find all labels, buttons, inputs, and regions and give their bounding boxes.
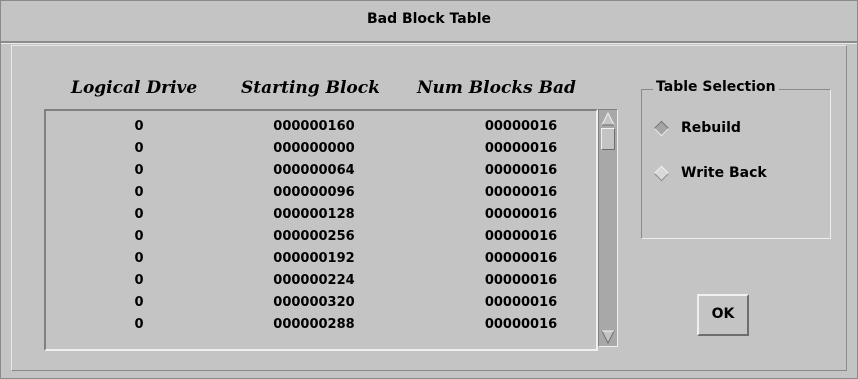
table-row[interactable]: 0 000000064 00000016 [46,163,596,185]
window-title: Bad Block Table [366,11,492,27]
cell-num-blocks-bad: 00000016 [484,295,558,310]
cell-num-blocks-bad: 00000016 [484,141,558,156]
cell-num-blocks-bad: 00000016 [484,163,558,178]
table-row[interactable]: 0 000000224 00000016 [46,273,596,295]
cell-starting-block: 000000192 [273,251,355,266]
title-bar: Bad Block Table [1,1,857,43]
radio-rebuild-label: Rebuild [681,120,741,136]
bad-block-dialog: Bad Block Table Logical Drive Starting B… [0,0,858,379]
cell-logical-drive: 0 [134,141,144,156]
table-header: Logical Drive Starting Block Num Blocks … [1,78,621,102]
header-num-blocks-bad: Num Blocks Bad [417,78,576,98]
arrow-up-icon[interactable] [601,112,615,126]
table-row[interactable]: 0 000000000 00000016 [46,141,596,163]
bad-block-list[interactable]: 0 000000160 00000016 0 000000000 0000001… [44,109,598,351]
cell-num-blocks-bad: 00000016 [484,317,558,332]
cell-starting-block: 000000288 [273,317,355,332]
cell-logical-drive: 0 [134,119,144,134]
ok-button[interactable]: OK [697,294,749,336]
cell-starting-block: 000000224 [273,273,355,288]
cell-logical-drive: 0 [134,185,144,200]
cell-starting-block: 000000128 [273,207,355,222]
cell-num-blocks-bad: 00000016 [484,273,558,288]
cell-logical-drive: 0 [134,295,144,310]
table-row[interactable]: 0 000000160 00000016 [46,119,596,141]
cell-starting-block: 000000000 [273,141,355,156]
vertical-scrollbar[interactable] [598,109,618,347]
cell-logical-drive: 0 [134,273,144,288]
header-logical-drive: Logical Drive [71,78,198,98]
cell-starting-block: 000000320 [273,295,355,310]
arrow-down-icon[interactable] [601,330,615,344]
cell-starting-block: 000000064 [273,163,355,178]
cell-starting-block: 000000160 [273,119,355,134]
table-row[interactable]: 0 000000320 00000016 [46,295,596,317]
cell-logical-drive: 0 [134,207,144,222]
table-row[interactable]: 0 000000288 00000016 [46,317,596,339]
cell-logical-drive: 0 [134,229,144,244]
cell-logical-drive: 0 [134,251,144,266]
table-row[interactable]: 0 000000256 00000016 [46,229,596,251]
cell-starting-block: 000000096 [273,185,355,200]
table-selection-group [641,89,831,239]
radio-write-back-label: Write Back [681,165,767,181]
scrollbar-thumb[interactable] [601,128,615,150]
cell-num-blocks-bad: 00000016 [484,251,558,266]
table-selection-title: Table Selection [653,79,779,95]
cell-logical-drive: 0 [134,317,144,332]
cell-num-blocks-bad: 00000016 [484,207,558,222]
cell-starting-block: 000000256 [273,229,355,244]
cell-num-blocks-bad: 00000016 [484,185,558,200]
cell-num-blocks-bad: 00000016 [484,119,558,134]
table-row[interactable]: 0 000000128 00000016 [46,207,596,229]
cell-logical-drive: 0 [134,163,144,178]
table-row[interactable]: 0 000000192 00000016 [46,251,596,273]
cell-num-blocks-bad: 00000016 [484,229,558,244]
header-starting-block: Starting Block [241,78,380,98]
table-row[interactable]: 0 000000096 00000016 [46,185,596,207]
